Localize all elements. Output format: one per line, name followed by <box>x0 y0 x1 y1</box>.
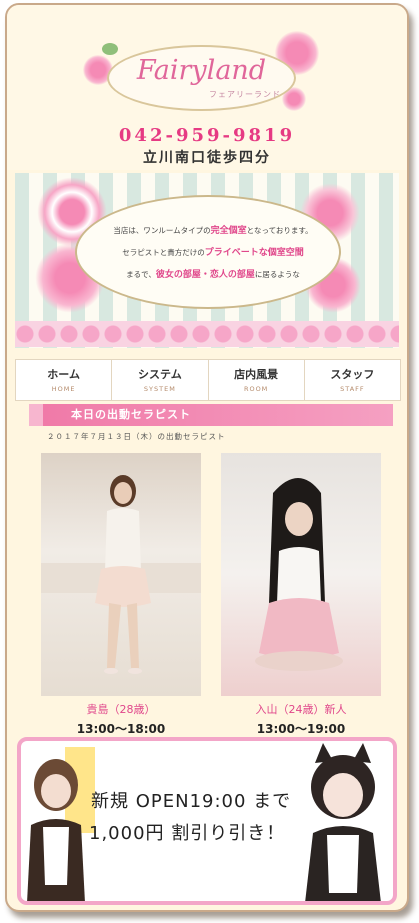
nav-label: ホーム <box>47 368 80 381</box>
nav-item-staff[interactable]: スタッフ STAFF <box>305 360 400 400</box>
promo-line-1: 新規 OPEN19:00 まで <box>91 791 292 812</box>
nav-label: 店内風景 <box>234 368 279 381</box>
logo[interactable]: Fairyland フェアリーランド <box>107 45 296 111</box>
leaf-decoration-icon <box>102 43 118 55</box>
nav-sublabel: SYSTEM <box>143 385 176 393</box>
promo-banner[interactable]: 新規 OPEN19:00 まで 1,000円 割引り引き！ <box>17 737 397 905</box>
nav-label: システム <box>138 368 182 381</box>
schedule-date: ２０１７年７月１３日（木）の出動セラピスト <box>47 432 226 441</box>
nav-sublabel: STAFF <box>340 385 365 393</box>
logo-kana: フェアリーランド <box>209 90 281 99</box>
therapist-photo[interactable] <box>41 453 201 696</box>
person-silhouette-icon <box>255 478 343 671</box>
page-frame: Fairyland フェアリーランド 042-959-9819 立川南口徒歩四分… <box>5 3 409 912</box>
nav-item-system[interactable]: システム SYSTEM <box>112 360 209 400</box>
hero-banner: 当店は、ワンルームタイプの完全個室となっております。 セラピストと貴方だけのプラ… <box>15 173 399 348</box>
nav-sublabel: ROOM <box>243 385 269 393</box>
therapist-name[interactable]: 貴島（28歳） <box>41 701 201 717</box>
section-title: 本日の出動セラピスト <box>29 404 393 426</box>
logo-text: Fairyland <box>136 55 267 86</box>
site-header: Fairyland フェアリーランド 042-959-9819 立川南口徒歩四分 <box>7 5 407 170</box>
flower-border <box>15 321 399 347</box>
maid-girl-icon <box>27 759 85 901</box>
nav-label: スタッフ <box>330 368 375 381</box>
nav-item-home[interactable]: ホーム HOME <box>16 360 113 400</box>
promo-line-2: 1,000円 割引り引き！ <box>89 823 286 844</box>
banner-line-3: まるで、彼女の部屋・恋人の部屋に居るような <box>126 270 300 280</box>
cat-maid-girl-icon <box>305 743 381 901</box>
therapist-time: 13:00～19:00 <box>256 722 346 736</box>
nav-sublabel: HOME <box>51 385 76 393</box>
banner-line-2: セラピストと貴方だけのプライベートな個室空間 <box>122 248 304 258</box>
therapist-photo[interactable] <box>221 453 381 696</box>
main-nav: ホーム HOME システム SYSTEM 店内風景 ROOM スタッフ STAF… <box>15 359 401 401</box>
therapist-name[interactable]: 入山（24歳）新人 <box>221 701 381 717</box>
person-silhouette-icon <box>41 475 201 674</box>
nav-item-room[interactable]: 店内風景 ROOM <box>209 360 305 400</box>
phone-number[interactable]: 042-959-9819 <box>7 125 407 146</box>
address-text: 立川南口徒歩四分 <box>143 150 271 166</box>
therapist-time: 13:00～18:00 <box>76 722 166 736</box>
banner-line-1: 当店は、ワンルームタイプの完全個室となっております。 <box>113 226 313 236</box>
